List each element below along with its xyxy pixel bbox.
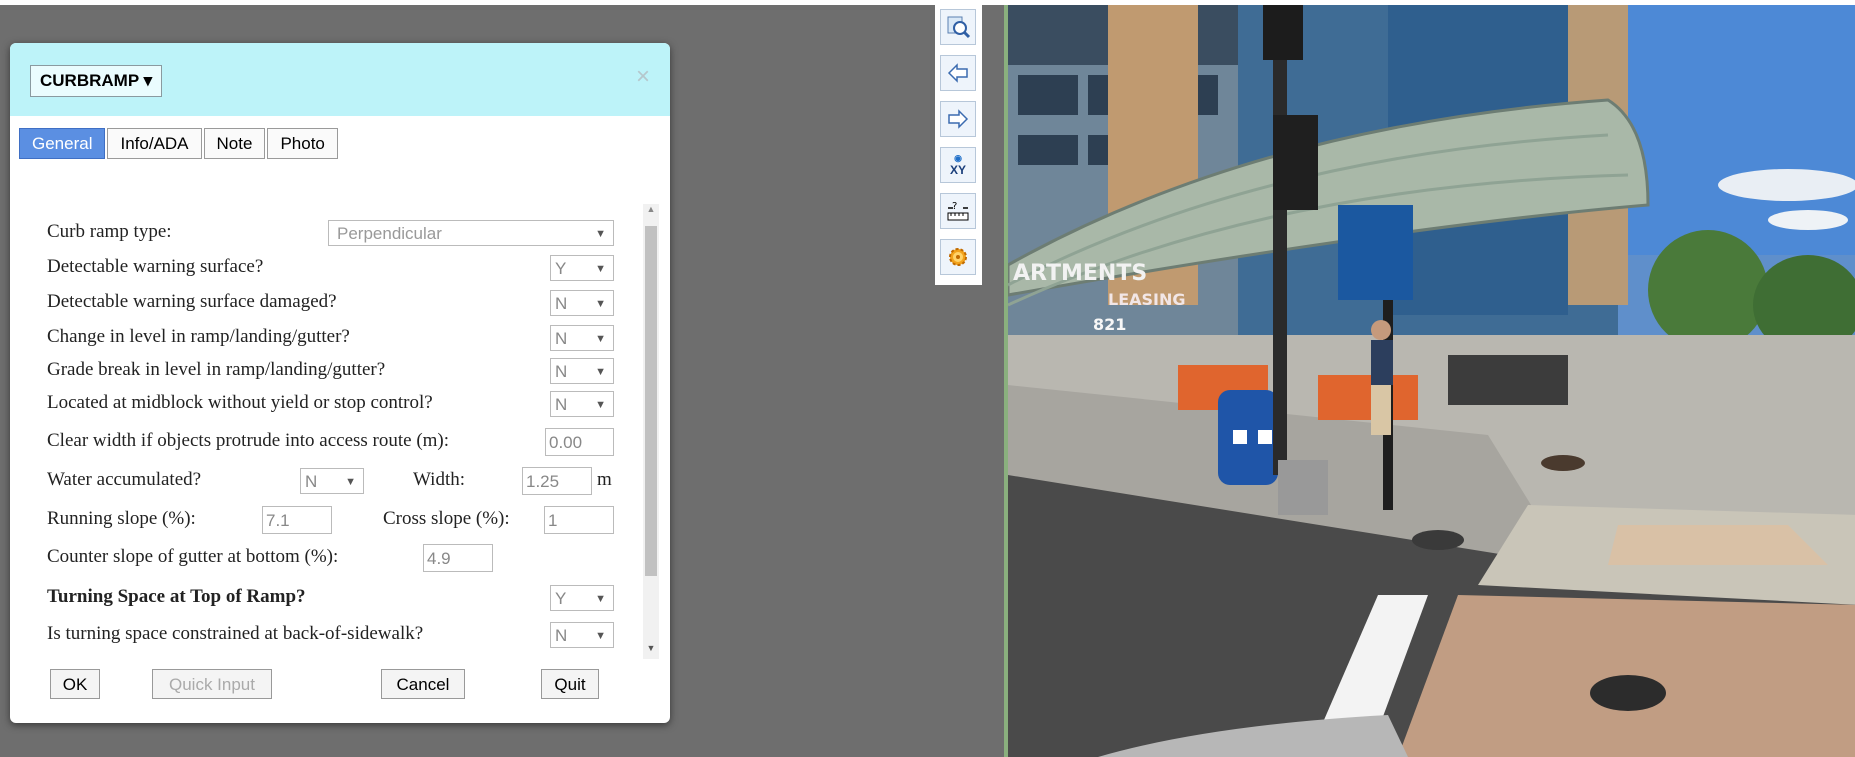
building-sign-text: ARTMENTS (1013, 261, 1147, 286)
street-photo-image: ARTMENTS LEASING 821 (1008, 5, 1855, 757)
xy-coordinate-icon[interactable]: ◉ XY (940, 147, 976, 183)
quick-input-button[interactable]: Quick Input (152, 669, 272, 699)
measure-icon[interactable]: ? (940, 193, 976, 229)
cross-slope-label: Cross slope (%): (383, 508, 510, 529)
leasing-sign-text: LEASING (1108, 290, 1186, 309)
dws-damaged-select[interactable]: N ▼ (550, 290, 614, 316)
counter-slope-input[interactable]: 4.9 (423, 544, 493, 572)
scrollbar-thumb[interactable] (645, 226, 657, 576)
tab-note[interactable]: Note (203, 128, 266, 159)
width-input[interactable]: 1.25 (522, 467, 592, 495)
previous-arrow-icon[interactable] (940, 55, 976, 91)
chevron-down-icon: ▼ (595, 333, 606, 345)
svg-text:?: ? (952, 201, 957, 212)
dialog-header: CURBRAMP ▾ × (10, 43, 670, 116)
running-slope-label: Running slope (%): (47, 508, 196, 529)
tab-info-ada[interactable]: Info/ADA (107, 128, 202, 159)
counter-slope-label: Counter slope of gutter at bottom (%): (47, 546, 339, 567)
settings-gear-icon[interactable] (940, 239, 976, 275)
chevron-down-icon: ▼ (595, 593, 606, 605)
grade-break-label: Grade break in level in ramp/landing/gut… (47, 359, 386, 380)
turning-constrained-select[interactable]: N ▼ (550, 622, 614, 648)
clear-width-label: Clear width if objects protrude into acc… (47, 430, 450, 451)
midblock-select[interactable]: N ▼ (550, 391, 614, 417)
scroll-up-icon[interactable]: ▲ (643, 204, 659, 218)
water-label: Water accumulated? (47, 469, 202, 490)
turning-space-select[interactable]: Y ▼ (550, 585, 614, 611)
next-arrow-icon[interactable] (940, 101, 976, 137)
chevron-down-icon: ▼ (595, 366, 606, 378)
phone-sign-text: 821 (1093, 315, 1126, 334)
chevron-down-icon: ▼ (595, 263, 606, 275)
grade-break-select[interactable]: N ▼ (550, 358, 614, 384)
ok-button[interactable]: OK (50, 669, 100, 699)
quit-button[interactable]: Quit (541, 669, 599, 699)
tab-general[interactable]: General (19, 128, 106, 159)
layer-type-dropdown[interactable]: CURBRAMP ▾ (30, 65, 163, 97)
turning-constrained-label: Is turning space constrained at back-of-… (47, 623, 424, 644)
running-slope-input[interactable]: 7.1 (262, 506, 332, 534)
cross-slope-input[interactable]: 1 (544, 506, 614, 534)
change-level-select[interactable]: N ▼ (550, 325, 614, 351)
chevron-down-icon: ▼ (595, 630, 606, 642)
chevron-down-icon: ▼ (595, 399, 606, 411)
width-unit: m (597, 469, 612, 490)
width-label: Width: (413, 469, 466, 490)
tab-bar: General Info/ADA Note Photo (19, 128, 340, 159)
street-photo[interactable]: ARTMENTS LEASING 821 (1004, 5, 1855, 757)
attribute-dialog: CURBRAMP ▾ × General Info/ADA Note Photo… (10, 43, 670, 723)
dws-select[interactable]: Y ▼ (550, 255, 614, 281)
zoom-photo-icon[interactable] (940, 9, 976, 45)
curb-ramp-type-label: Curb ramp type: (47, 221, 172, 242)
midblock-label: Located at midblock without yield or sto… (47, 392, 433, 413)
scroll-down-icon[interactable]: ▼ (643, 643, 659, 657)
chevron-down-icon: ▼ (345, 476, 356, 488)
change-level-label: Change in level in ramp/landing/gutter? (47, 326, 350, 347)
curb-ramp-type-select[interactable]: Perpendicular ▼ (328, 220, 614, 246)
water-select[interactable]: N ▼ (300, 468, 364, 494)
turning-space-label: Turning Space at Top of Ramp? (47, 586, 306, 607)
dws-label: Detectable warning surface? (47, 256, 264, 277)
clear-width-input[interactable]: 0.00 (545, 428, 614, 456)
chevron-down-icon: ▼ (595, 228, 606, 240)
cancel-button[interactable]: Cancel (381, 669, 465, 699)
chevron-down-icon: ▼ (595, 298, 606, 310)
close-icon[interactable]: × (636, 63, 650, 91)
xy-label: XY (949, 162, 966, 177)
photo-toolbar: ◉ XY ? (935, 5, 982, 285)
dws-damaged-label: Detectable warning surface damaged? (47, 291, 337, 312)
tab-photo[interactable]: Photo (267, 128, 338, 159)
